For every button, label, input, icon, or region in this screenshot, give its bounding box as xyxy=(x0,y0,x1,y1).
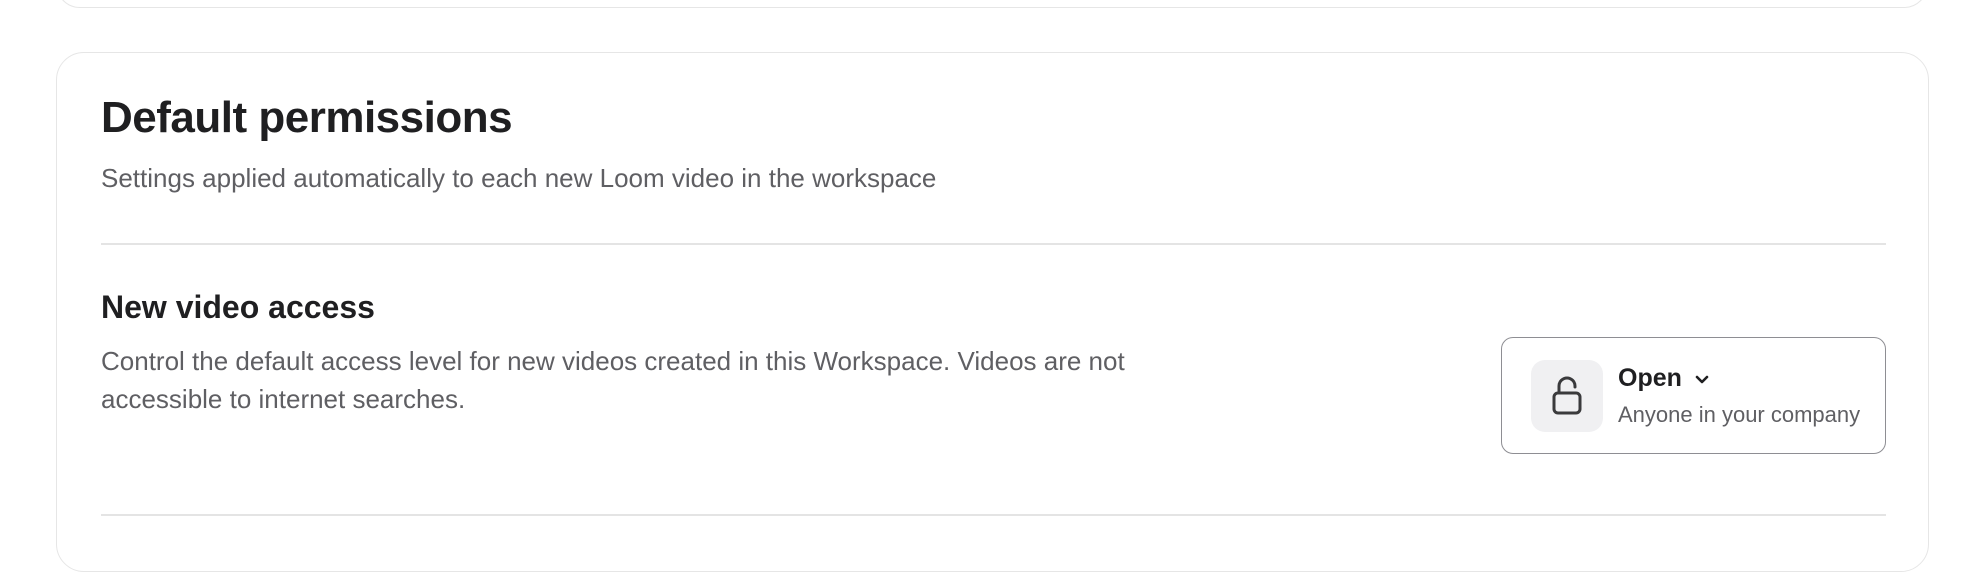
chevron-down-icon xyxy=(1694,364,1710,393)
divider xyxy=(101,514,1886,516)
new-video-access-title: New video access xyxy=(101,289,375,325)
new-video-access-description: Control the default access level for new… xyxy=(101,346,1125,414)
divider xyxy=(101,243,1886,245)
default-permissions-card: Default permissions Settings applied aut… xyxy=(56,52,1929,572)
access-level-value: Open xyxy=(1618,364,1710,393)
unlock-icon xyxy=(1531,360,1603,432)
access-level-sublabel: Anyone in your company xyxy=(1618,402,1861,427)
access-level-dropdown[interactable]: Open Anyone in your company xyxy=(1501,337,1886,454)
previous-settings-card xyxy=(56,0,1928,8)
access-level-label: Open xyxy=(1618,364,1682,392)
section-subtitle: Settings applied automatically to each n… xyxy=(101,163,937,193)
section-title: Default permissions xyxy=(101,93,513,142)
